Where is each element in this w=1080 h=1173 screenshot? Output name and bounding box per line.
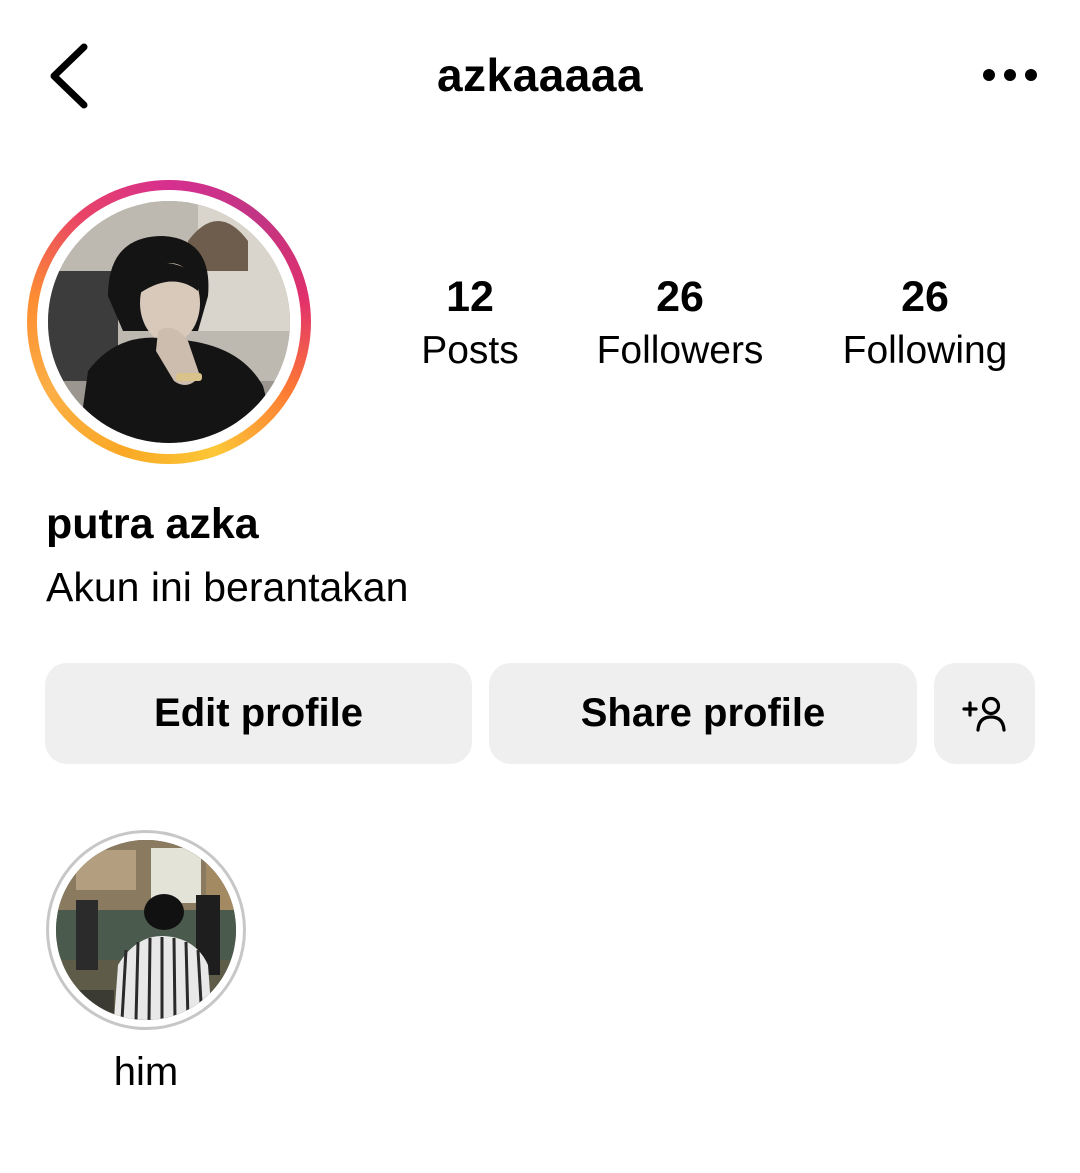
avatar	[48, 201, 290, 443]
avatar-photo-image	[48, 201, 290, 443]
profile-username-title: azkaaaaa	[436, 49, 644, 101]
top-navigation-bar: azkaaaaa	[0, 0, 1080, 160]
followers-label: Followers	[596, 329, 764, 372]
followers-count: 26	[656, 273, 704, 321]
posts-label: Posts	[421, 329, 519, 372]
add-person-icon	[961, 696, 1006, 732]
stat-followers[interactable]: 26 Followers	[580, 270, 780, 378]
highlight-photo-image	[56, 840, 236, 1020]
story-highlight[interactable]: him	[46, 830, 246, 1095]
chevron-left-icon	[50, 43, 88, 109]
stat-following[interactable]: 26 Following	[825, 270, 1025, 378]
avatar-ring-gap	[37, 190, 301, 454]
stat-posts[interactable]: 12 Posts	[400, 270, 540, 378]
highlight-ring	[46, 830, 246, 1030]
following-label: Following	[842, 329, 1008, 372]
highlight-label: him	[113, 1050, 179, 1094]
back-button[interactable]	[36, 38, 100, 114]
profile-display-name: putra azka	[46, 500, 259, 548]
profile-stats: 12 Posts 26 Followers 26 Following	[380, 270, 1060, 380]
more-options-button[interactable]	[970, 50, 1050, 100]
profile-avatar-story-ring[interactable]	[27, 180, 311, 464]
edit-profile-button[interactable]: Edit profile	[45, 663, 472, 764]
profile-bio: Akun ini berantakan	[46, 564, 409, 610]
share-profile-button[interactable]: Share profile	[489, 663, 917, 764]
highlight-cover	[56, 840, 236, 1020]
posts-count: 12	[446, 273, 494, 321]
following-count: 26	[901, 273, 949, 321]
discover-people-button[interactable]	[934, 663, 1035, 764]
ellipsis-horizontal-icon	[983, 69, 1037, 81]
